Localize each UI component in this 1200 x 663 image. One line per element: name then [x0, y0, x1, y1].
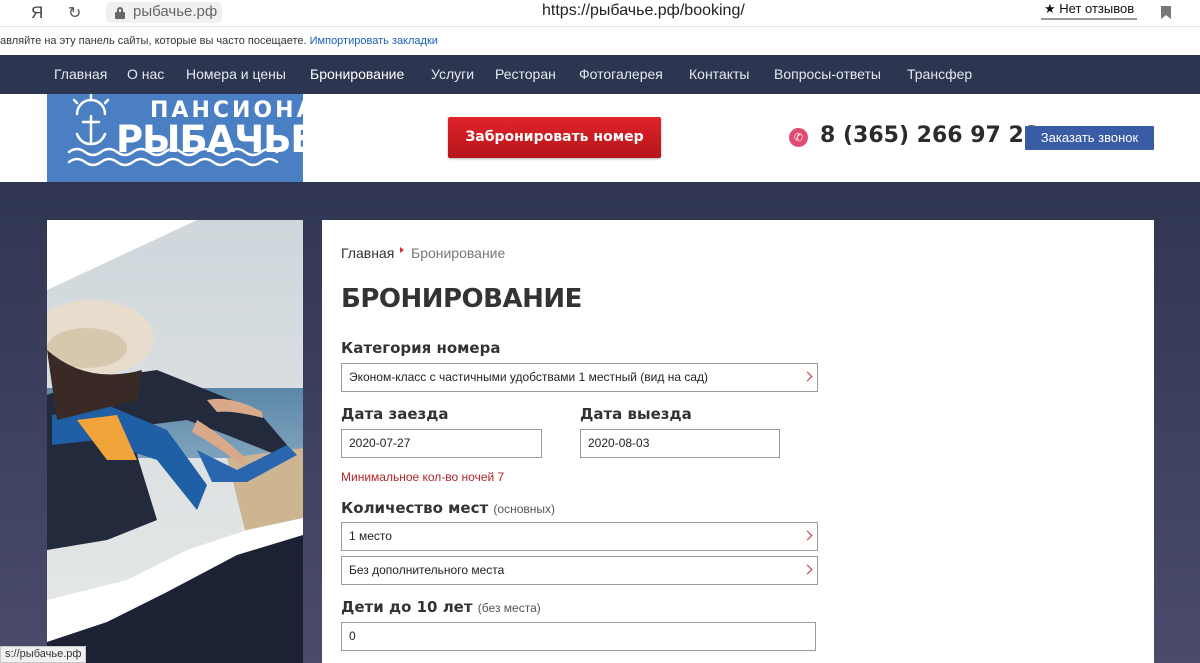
- children-value: 0: [349, 629, 356, 643]
- phone-number[interactable]: 8 (365) 266 97 28: [820, 123, 1039, 148]
- children-input[interactable]: 0: [341, 622, 816, 651]
- checkin-label: Дата заезда: [341, 405, 449, 423]
- nav-item-contacts[interactable]: Контакты: [689, 66, 749, 82]
- room-category-select[interactable]: Эконом-класс с частичными удобствами 1 м…: [341, 363, 818, 392]
- breadcrumb-separator-icon: [400, 247, 404, 253]
- callback-button[interactable]: Заказать звонок: [1025, 126, 1154, 150]
- checkout-date-input[interactable]: 2020-08-03: [580, 429, 780, 458]
- nav-item-faq[interactable]: Вопросы-ответы: [774, 66, 881, 82]
- address-chip[interactable]: рыбачье.рф: [106, 2, 222, 23]
- nav-item-about[interactable]: О нас: [127, 66, 164, 82]
- checkout-label: Дата выезда: [580, 405, 692, 423]
- places-label-text: Количество мест: [341, 499, 489, 517]
- chevron-right-icon: [802, 530, 813, 541]
- nav-item-restaurant[interactable]: Ресторан: [495, 66, 556, 82]
- checkout-date-value: 2020-08-03: [588, 436, 650, 450]
- lock-icon: [115, 7, 125, 19]
- checkin-date-value: 2020-07-27: [349, 436, 411, 450]
- site-logo[interactable]: ПАНСИОНАТ РЫБАЧЬЕ: [47, 94, 303, 182]
- chevron-right-icon: [802, 564, 813, 575]
- bookmarks-bar: авляйте на эту панель сайты, которые вы …: [0, 35, 1200, 53]
- nav-item-home[interactable]: Главная: [54, 66, 107, 82]
- min-nights-error: Минимальное кол-во ночей 7: [341, 470, 505, 484]
- booking-panel: Главная Бронирование БРОНИРОВАНИЕ Катего…: [322, 220, 1154, 663]
- breadcrumb-home[interactable]: Главная: [341, 245, 394, 261]
- page-title: БРОНИРОВАНИЕ: [341, 284, 582, 314]
- breadcrumb-current: Бронирование: [411, 245, 506, 261]
- nav-item-gallery[interactable]: Фотогалерея: [579, 66, 663, 82]
- children-label: Дети до 10 лет (без места): [341, 598, 541, 616]
- places-value: 1 место: [349, 529, 392, 543]
- extra-place-select[interactable]: Без дополнительного места: [341, 556, 818, 585]
- nav-item-booking[interactable]: Бронирование: [310, 66, 404, 82]
- places-note: (основных): [493, 502, 555, 516]
- children-note: (без места): [477, 601, 541, 615]
- extra-place-value: Без дополнительного места: [349, 563, 505, 577]
- room-category-label: Категория номера: [341, 339, 501, 357]
- address-bar-url[interactable]: https://рыбачье.рф/booking/: [542, 2, 745, 20]
- bookmark-icon[interactable]: [1161, 6, 1171, 19]
- places-select[interactable]: 1 место: [341, 522, 818, 551]
- bookmarks-hint: авляйте на эту панель сайты, которые вы …: [0, 35, 307, 47]
- phone-icon: ✆: [789, 128, 808, 147]
- yandex-logo-icon[interactable]: Я: [31, 3, 43, 23]
- nav-item-rooms[interactable]: Номера и цены: [186, 66, 286, 82]
- checkin-date-input[interactable]: 2020-07-27: [341, 429, 542, 458]
- nav-item-services[interactable]: Услуги: [431, 66, 474, 82]
- places-label: Количество мест (основных): [341, 499, 555, 517]
- reviews-button[interactable]: ★ Нет отзывов: [1041, 0, 1138, 20]
- beach-photo-image: [47, 220, 303, 663]
- logo-title: РЫБАЧЬЕ: [116, 118, 303, 161]
- chevron-right-icon: [802, 371, 813, 382]
- book-room-button[interactable]: Забронировать номер: [448, 117, 661, 158]
- browser-toolbar: Я ↻ рыбачье.рф https://рыбачье.рф/bookin…: [0, 0, 1200, 27]
- status-bar-url: s://рыбачье.рф: [0, 646, 87, 663]
- room-category-value: Эконом-класс с частичными удобствами 1 м…: [349, 370, 709, 384]
- reload-icon[interactable]: ↻: [68, 3, 81, 22]
- main-nav: Главная О нас Номера и цены Бронирование…: [0, 55, 1200, 94]
- address-domain: рыбачье.рф: [133, 3, 218, 20]
- site-header: ПАНСИОНАТ РЫБАЧЬЕ Забронировать номер ✆ …: [0, 94, 1200, 182]
- nav-item-transfer[interactable]: Трансфер: [907, 66, 972, 82]
- import-bookmarks-link[interactable]: Импортировать закладки: [310, 35, 438, 47]
- children-label-text: Дети до 10 лет: [341, 598, 473, 616]
- beach-photo: [47, 220, 303, 663]
